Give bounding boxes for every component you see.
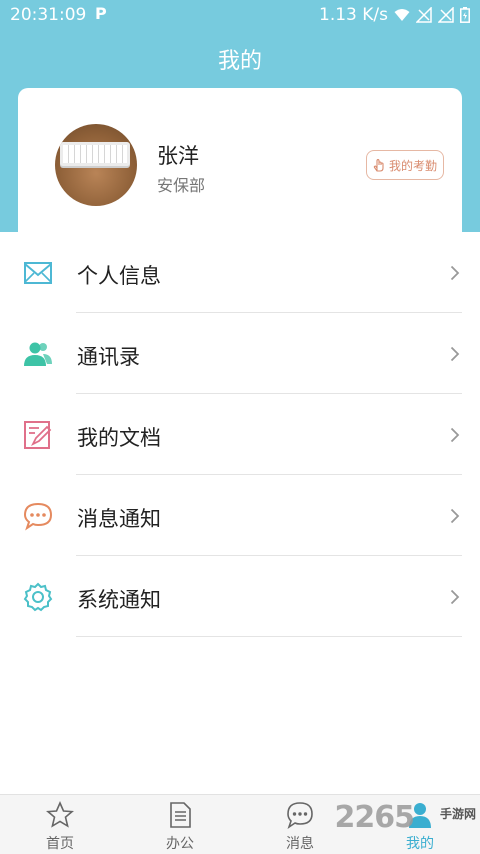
menu-item-label: 通讯录 xyxy=(77,345,140,369)
attendance-label: 我的考勤 xyxy=(388,158,437,173)
tab-label: 办公 xyxy=(166,836,194,852)
menu-list: 个人信息 通讯录 我的文档 消息通知 系统通知 xyxy=(0,232,480,637)
menu-item-contacts[interactable]: 通讯录 xyxy=(0,313,480,394)
user-department: 安保部 xyxy=(157,176,206,195)
menu-item-message-notifications[interactable]: 消息通知 xyxy=(0,475,480,556)
status-bar: 20:31:09 P 1.13 K/s xyxy=(0,0,480,30)
menu-item-label: 系统通知 xyxy=(77,588,161,612)
menu-item-my-documents[interactable]: 我的文档 xyxy=(0,394,480,475)
gear-icon xyxy=(23,582,53,612)
page-title: 我的 xyxy=(217,49,262,74)
attendance-button[interactable]: 我的考勤 xyxy=(365,150,444,180)
wifi-icon xyxy=(394,9,410,21)
document-icon xyxy=(170,802,191,828)
contacts-icon xyxy=(24,342,52,366)
envelope-icon xyxy=(24,262,52,284)
user-name: 张洋 xyxy=(157,144,199,168)
tab-home[interactable]: 首页 xyxy=(0,795,120,854)
status-indicator: P xyxy=(95,4,107,23)
status-time: 20:31:09 xyxy=(10,5,87,25)
avatar[interactable] xyxy=(55,124,137,206)
hand-touch-icon xyxy=(373,159,384,172)
divider xyxy=(76,636,462,637)
status-right: 1.13 K/s xyxy=(319,5,470,25)
star-icon xyxy=(46,801,74,828)
signal-icon-2 xyxy=(438,7,454,23)
menu-item-system-notifications[interactable]: 系统通知 xyxy=(0,556,480,637)
net-speed: 1.13 K/s xyxy=(319,5,388,25)
chevron-right-icon xyxy=(450,265,460,281)
battery-icon xyxy=(460,7,470,23)
menu-item-label: 个人信息 xyxy=(77,264,161,288)
avatar-keyboard-image xyxy=(60,142,130,166)
tab-label: 我的 xyxy=(406,836,434,852)
menu-item-label: 消息通知 xyxy=(77,507,161,531)
watermark-sub: 手游网 xyxy=(439,807,476,821)
watermark-text: 2265 xyxy=(334,800,415,835)
chevron-right-icon xyxy=(450,508,460,524)
tab-label: 消息 xyxy=(286,836,314,852)
chevron-right-icon xyxy=(450,589,460,605)
menu-item-label: 我的文档 xyxy=(77,426,161,450)
menu-item-personal-info[interactable]: 个人信息 xyxy=(0,232,480,313)
chat-icon xyxy=(287,802,313,829)
signal-icon xyxy=(416,7,432,23)
document-edit-icon xyxy=(24,421,52,449)
chat-bubble-icon xyxy=(23,502,53,531)
chevron-right-icon xyxy=(450,427,460,443)
chevron-right-icon xyxy=(450,346,460,362)
tab-office[interactable]: 办公 xyxy=(120,795,240,854)
tab-label: 首页 xyxy=(46,836,74,852)
profile-card[interactable]: 张洋 安保部 我的考勤 xyxy=(18,88,462,248)
